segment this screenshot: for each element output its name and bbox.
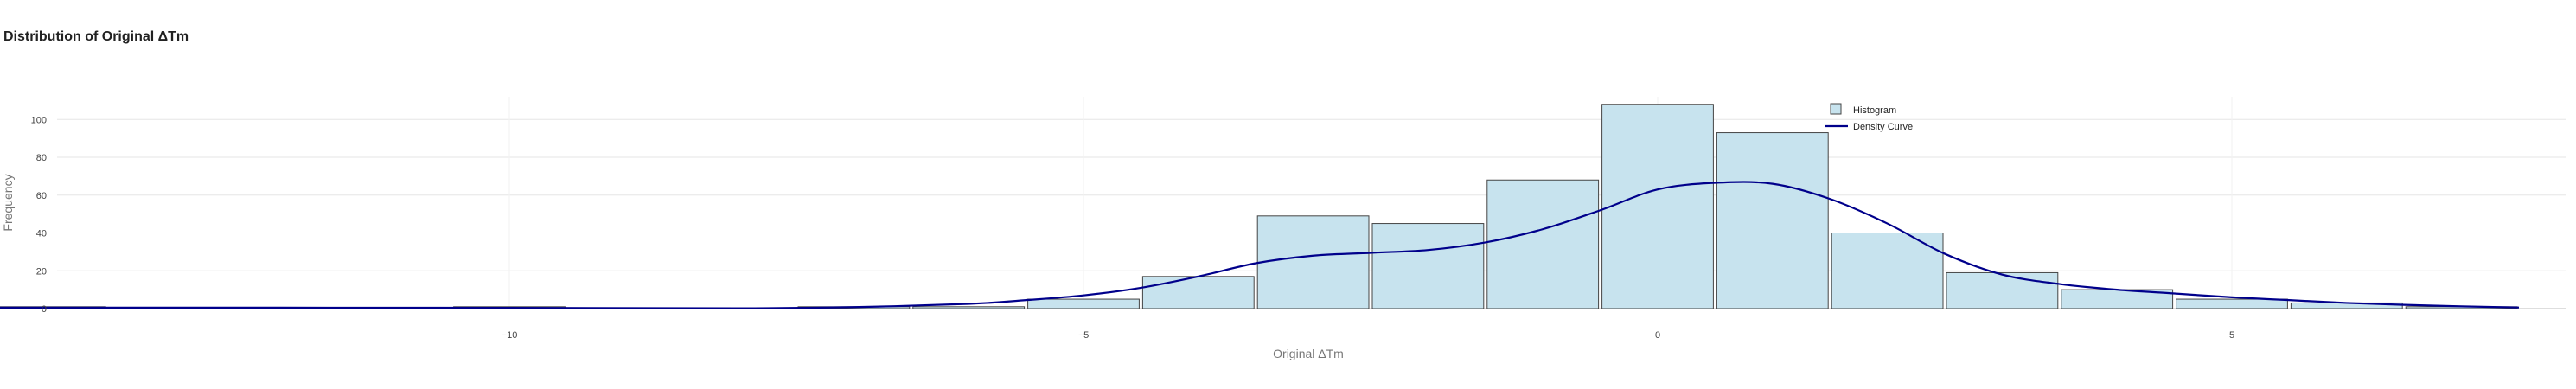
y-tick-label: 40 (36, 229, 47, 239)
legend-histogram-swatch (1830, 103, 1842, 115)
x-axis-ticks: −10 −5 0 5 (502, 330, 2234, 341)
y-tick-label: 80 (36, 153, 47, 163)
y-axis-ticks: 0 20 40 60 80 100 (31, 115, 47, 315)
histogram-bar (1256, 215, 1370, 309)
histogram-bar (1141, 276, 1255, 309)
histogram-bars (0, 104, 2518, 309)
x-tick-label: −5 (1078, 330, 1090, 341)
histogram-bar (1601, 104, 1714, 309)
histogram-bar (1716, 132, 1829, 309)
histogram-bar (912, 306, 1026, 309)
legend-histogram-label: Histogram (1853, 105, 1896, 116)
x-tick-label: −10 (502, 330, 518, 341)
histogram-bar (2176, 298, 2288, 309)
x-tick-label: 0 (1655, 330, 1660, 341)
histogram-bar (1486, 179, 1600, 309)
y-tick-label: 100 (31, 115, 47, 125)
x-tick-label: 5 (2229, 330, 2234, 341)
x-axis-title: Original ΔTm (1273, 347, 1344, 360)
histogram-chart: −10 −5 0 5 0 20 40 60 80 100 Original ΔTm Freque… (0, 97, 2566, 360)
legend-density-label: Density Curve (1853, 122, 1913, 132)
y-axis-title: Frequency (1, 174, 15, 231)
y-tick-label: 60 (36, 191, 47, 201)
y-tick-label: 20 (36, 266, 47, 277)
histogram-bar (1946, 271, 2059, 309)
y-tick-label: 0 (42, 304, 47, 315)
legend: Histogram Density Curve (1825, 103, 1913, 132)
histogram-bar (1027, 298, 1140, 309)
histogram-bar (1371, 223, 1485, 309)
